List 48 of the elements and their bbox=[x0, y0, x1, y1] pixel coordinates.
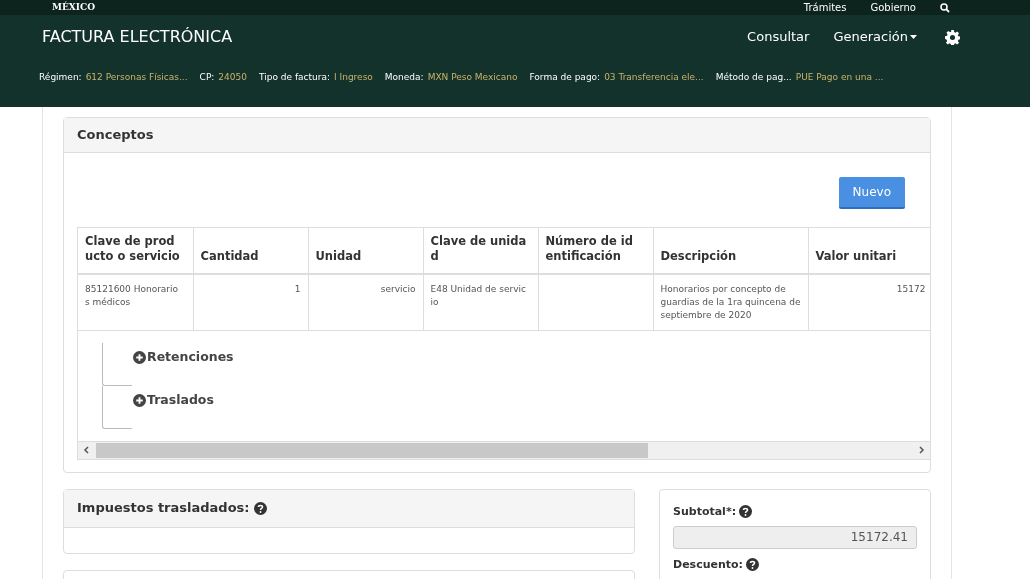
horizontal-scrollbar[interactable] bbox=[78, 440, 930, 459]
column-header: Número de id entificación bbox=[538, 227, 653, 274]
field-value: 612 Personas Físicas... bbox=[85, 71, 188, 84]
table-cell: servicio bbox=[380, 283, 416, 294]
plus-circle-icon[interactable] bbox=[133, 393, 146, 407]
field-label: Forma de pago: bbox=[529, 71, 601, 84]
scroll-right-icon[interactable] bbox=[916, 445, 926, 456]
field-value: PUE Pago en una ... bbox=[795, 71, 884, 84]
column-header: Cantidad bbox=[193, 227, 308, 274]
field-label: Descuento: bbox=[673, 556, 743, 573]
table-cell: E48 Unidad de servic io bbox=[430, 283, 526, 307]
nav-link[interactable]: Consultar bbox=[747, 27, 810, 47]
table-cell: 15172 bbox=[896, 283, 926, 294]
field-value: 03 Transferencia ele... bbox=[604, 71, 704, 84]
nav-link[interactable]: Generación bbox=[833, 27, 917, 47]
logo-text: MÉXICO bbox=[52, 3, 96, 12]
scroll-left-icon[interactable] bbox=[82, 445, 92, 456]
search-icon[interactable] bbox=[940, 2, 950, 13]
column-header: Clave de unida d bbox=[423, 227, 538, 274]
panel-title: Impuestos trasladados: bbox=[77, 499, 250, 518]
plus-circle-icon[interactable] bbox=[133, 350, 146, 364]
help-icon[interactable] bbox=[746, 558, 759, 572]
field-label: Moneda: bbox=[384, 71, 424, 84]
table-cell: Honorarios por concepto de guardias de la 1ra quincena de septiembre de 2020 bbox=[660, 283, 801, 320]
field-label: Subtotal*: bbox=[673, 503, 737, 520]
field-label: CP: bbox=[199, 71, 215, 84]
field-label: Tipo de factura: bbox=[259, 71, 330, 84]
app-title: FACTURA ELECTRÓNICA bbox=[42, 26, 233, 48]
column-header: Clave de prod ucto o servicio bbox=[78, 227, 193, 274]
help-icon[interactable] bbox=[253, 501, 267, 515]
panel-title: Conceptos bbox=[64, 118, 930, 153]
field-value: 24050 bbox=[218, 71, 247, 84]
caret-icon bbox=[910, 35, 917, 39]
nav-link[interactable]: Gobierno bbox=[870, 0, 916, 15]
column-header: Valor unitari bbox=[808, 227, 930, 274]
help-icon[interactable] bbox=[739, 505, 753, 519]
field-label: Método de pag... bbox=[715, 71, 792, 84]
settings-icon[interactable] bbox=[945, 29, 960, 45]
column-header: Descripción bbox=[653, 227, 808, 274]
column-header: Unidad bbox=[308, 227, 423, 274]
field-value: MXN Peso Mexicano bbox=[427, 71, 518, 84]
field-label: Régimen: bbox=[39, 71, 82, 84]
tree-label: Traslados bbox=[147, 390, 214, 409]
table-cell: 85121600 Honorario s médicos bbox=[85, 283, 179, 307]
nav-link[interactable]: Trámites bbox=[803, 0, 847, 15]
tree-label: Retenciones bbox=[147, 347, 234, 366]
field-value: I Ingreso bbox=[334, 71, 373, 84]
table-cell: 1 bbox=[294, 283, 301, 294]
